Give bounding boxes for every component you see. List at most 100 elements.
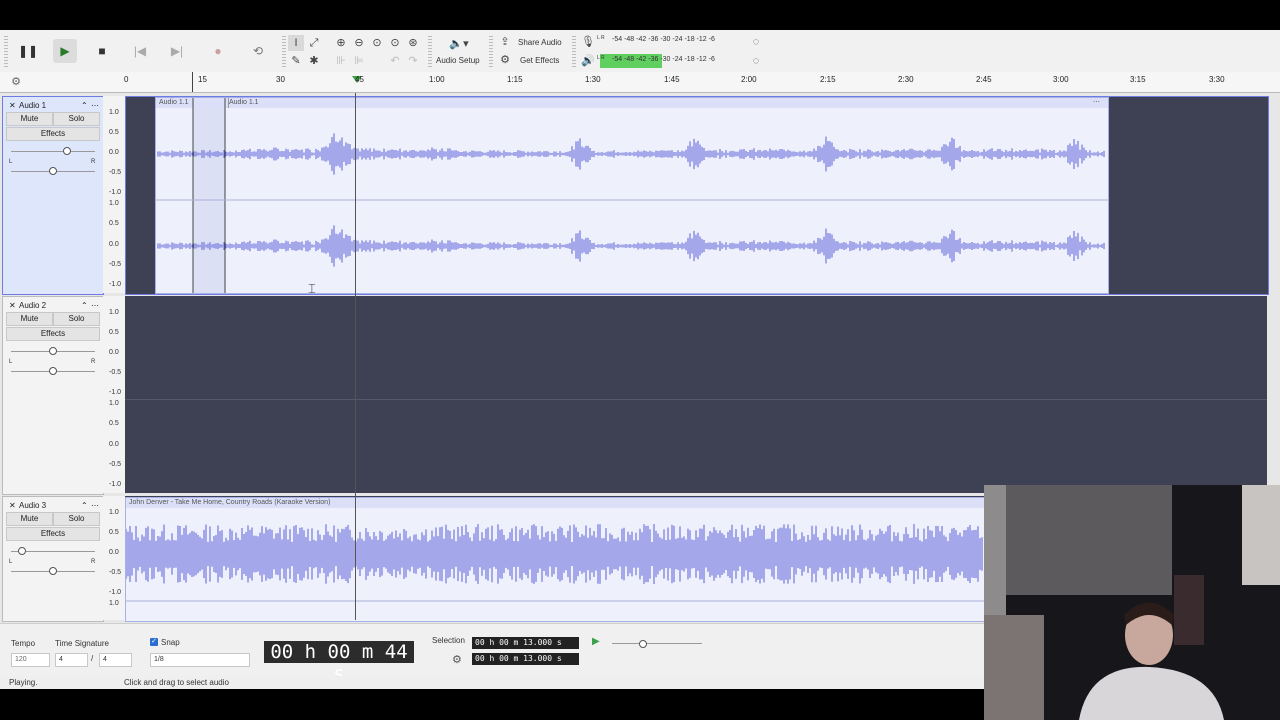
- snap-checkbox[interactable]: ✓: [150, 638, 158, 646]
- toolbar-grip[interactable]: [489, 36, 493, 68]
- scale-label: 0.5: [109, 529, 119, 536]
- playhead-line: [355, 93, 356, 620]
- ruler-tick: 2:15: [820, 75, 836, 84]
- track-name[interactable]: Audio 2: [19, 301, 46, 310]
- vertical-scale[interactable]: 1.0 0.5 0.0 -0.5 -1.0 1.0: [103, 496, 126, 620]
- track-name[interactable]: Audio 1: [19, 101, 46, 110]
- track-lane[interactable]: [125, 296, 1267, 493]
- skip-end-button[interactable]: ▶|: [165, 39, 189, 63]
- solo-button[interactable]: Solo: [53, 112, 100, 126]
- mute-button[interactable]: Mute: [6, 112, 53, 126]
- audio-clip[interactable]: Audio 1.1 Audio 1.1 ⋯: [155, 97, 1109, 294]
- scale-label: 0.5: [109, 420, 119, 427]
- play-icon: ▶: [60, 44, 70, 58]
- mute-button[interactable]: Mute: [6, 512, 53, 526]
- envelope-tool-button[interactable]: ⤢: [306, 35, 322, 51]
- ruler-tick: 0: [124, 75, 129, 84]
- pan-slider-knob[interactable]: [49, 567, 57, 575]
- timeline-settings-icon[interactable]: ⚙: [8, 74, 24, 90]
- gain-slider-knob[interactable]: [63, 147, 71, 155]
- get-effects-button[interactable]: Get Effects: [520, 56, 559, 65]
- time-signature-denominator[interactable]: 4: [99, 653, 132, 667]
- selection-end-time[interactable]: 00 h 00 m 13.000 s: [472, 653, 579, 665]
- share-audio-button[interactable]: Share Audio: [518, 38, 562, 47]
- gain-slider[interactable]: [11, 151, 95, 152]
- silence-button[interactable]: ⊫: [351, 53, 367, 69]
- track-name[interactable]: Audio 3: [19, 501, 46, 510]
- stop-button[interactable]: ■: [90, 39, 114, 63]
- playback-meter[interactable]: L R -54 -48 -42 -36 -30 -24 -18 -12 -6: [597, 55, 757, 67]
- track-control-panel[interactable]: ✕ Audio 1 ⌃ ⋯ Mute Solo Effects L R: [2, 96, 104, 295]
- toolbar-grip[interactable]: [4, 36, 8, 68]
- record-meter[interactable]: L R -54 -48 -42 -36 -30 -24 -18 -12 -6: [597, 35, 757, 47]
- collapse-icon[interactable]: ⌃: [81, 101, 88, 110]
- gain-slider-knob[interactable]: [18, 547, 26, 555]
- scale-label: 0.0: [109, 349, 119, 356]
- toolbar-grip[interactable]: [572, 36, 576, 68]
- play-speed-slider[interactable]: [612, 643, 702, 644]
- toolbar-grip[interactable]: [282, 36, 286, 68]
- selection-tool-button[interactable]: I: [288, 35, 304, 51]
- ruler-tick: 3:15: [1130, 75, 1146, 84]
- scale-label: -1.0: [109, 281, 122, 288]
- play-speed-knob[interactable]: [639, 640, 647, 648]
- effects-button[interactable]: Effects: [6, 527, 100, 541]
- fit-selection-button[interactable]: ⊙: [369, 35, 385, 51]
- pause-button[interactable]: ❚❚: [16, 39, 40, 63]
- solo-button[interactable]: Solo: [53, 512, 100, 526]
- draw-tool-button[interactable]: ✎: [288, 53, 304, 69]
- record-meter-menu-icon[interactable]: ◌: [748, 34, 764, 50]
- redo-button[interactable]: ↷: [405, 53, 421, 69]
- solo-button[interactable]: Solo: [53, 312, 100, 326]
- zoom-in-button[interactable]: ⊕: [333, 35, 349, 51]
- zoom-toggle-button[interactable]: ⊛: [405, 35, 421, 51]
- track-close-icon[interactable]: ✕: [9, 501, 16, 510]
- track-menu-icon[interactable]: ⋯: [91, 301, 99, 310]
- track-control-panel[interactable]: ✕ Audio 3 ⌃ ⋯ Mute Solo Effects L R: [2, 496, 104, 622]
- skip-end-icon: ▶|: [170, 44, 184, 58]
- audio-clip[interactable]: John Denver - Take Me Home, Country Road…: [125, 497, 985, 622]
- time-display[interactable]: 00 h 00 m 44 s: [264, 641, 414, 685]
- trim-button[interactable]: ⊪: [333, 53, 349, 69]
- skip-start-button[interactable]: |◀: [128, 39, 152, 63]
- undo-button[interactable]: ↶: [387, 53, 403, 69]
- fit-project-button[interactable]: ⊙: [387, 35, 403, 51]
- record-button[interactable]: ●: [206, 39, 230, 63]
- ruler-tick: 3:30: [1209, 75, 1225, 84]
- time-signature-numerator[interactable]: 4: [55, 653, 88, 667]
- scale-label: -0.5: [109, 369, 122, 376]
- ruler-tick: 2:45: [976, 75, 992, 84]
- track-close-icon[interactable]: ✕: [9, 101, 16, 110]
- snap-select[interactable]: 1/8: [150, 653, 250, 667]
- loop-button[interactable]: ⟲: [246, 39, 270, 63]
- pan-slider-knob[interactable]: [49, 167, 57, 175]
- selection-settings-icon[interactable]: ⚙: [452, 653, 462, 666]
- zoom-out-button[interactable]: ⊖: [351, 35, 367, 51]
- audio-setup-button[interactable]: 🔈▾: [446, 36, 472, 52]
- gain-slider-knob[interactable]: [49, 347, 57, 355]
- vertical-scale[interactable]: 1.0 0.5 0.0 -0.5 -1.0 1.0 0.5 0.0 -0.5 -…: [103, 296, 126, 493]
- track-close-icon[interactable]: ✕: [9, 301, 16, 310]
- window-top-bar: [0, 0, 1280, 30]
- skip-start-icon: |◀: [133, 44, 147, 58]
- effects-button[interactable]: Effects: [6, 127, 100, 141]
- play-button[interactable]: ▶: [53, 39, 77, 63]
- track-control-panel[interactable]: ✕ Audio 2 ⌃ ⋯ Mute Solo Effects L R: [2, 296, 104, 495]
- vertical-scale[interactable]: 1.0 0.5 0.0 -0.5 -1.0 1.0 0.5 0.0 -0.5 -…: [103, 96, 126, 293]
- play-at-speed-icon[interactable]: ▶: [592, 636, 600, 647]
- pan-slider-knob[interactable]: [49, 367, 57, 375]
- effects-button[interactable]: Effects: [6, 327, 100, 341]
- scale-label: 0.0: [109, 241, 119, 248]
- selection-start-time[interactable]: 00 h 00 m 13.000 s: [472, 637, 579, 649]
- collapse-icon[interactable]: ⌃: [81, 301, 88, 310]
- toolbar-grip[interactable]: [428, 36, 432, 68]
- mute-button[interactable]: Mute: [6, 312, 53, 326]
- collapse-icon[interactable]: ⌃: [81, 501, 88, 510]
- tempo-input[interactable]: 120: [11, 653, 50, 667]
- scale-label: -0.5: [109, 461, 122, 468]
- track-menu-icon[interactable]: ⋯: [91, 501, 99, 510]
- playback-meter-menu-icon[interactable]: ◌: [748, 53, 764, 69]
- multi-tool-button[interactable]: ✱: [306, 53, 322, 69]
- track-menu-icon[interactable]: ⋯: [91, 101, 99, 110]
- asterisk-icon: ✱: [309, 55, 319, 67]
